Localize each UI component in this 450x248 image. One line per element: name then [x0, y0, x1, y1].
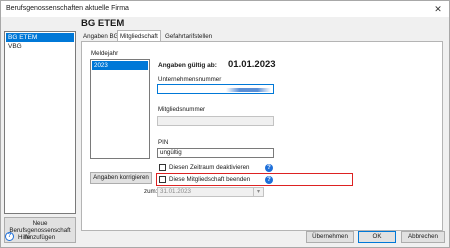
end-membership-help-icon[interactable]: ?	[265, 176, 273, 184]
valid-from-value: 01.01.2023	[228, 59, 276, 70]
page-title: BG ETEM	[81, 18, 125, 29]
bg-list-item-bg-etem[interactable]: BG ETEM	[6, 33, 74, 42]
pin-label: PIN	[158, 139, 169, 146]
pin-value: ungültig	[160, 149, 182, 156]
title-bar: Berufsgenossenschaften aktuelle Firma ✕	[1, 1, 449, 17]
redacted-value-bar	[226, 88, 271, 92]
add-bg-button-line1: Neue	[32, 220, 48, 227]
tab-mitgliedschaft[interactable]: Mitgliedschaft	[117, 30, 161, 41]
correct-data-button[interactable]: Angaben korrigieren	[90, 172, 152, 184]
member-number-label: Mitgliedsnummer	[158, 106, 206, 113]
add-bg-button[interactable]: Neue Berufsgenossenschaft hinzufügen	[4, 217, 76, 243]
year-list-label: Meldejahr	[91, 50, 119, 57]
tab-angaben-bg[interactable]: Angaben BG	[81, 32, 120, 41]
calendar-dropdown-icon[interactable]: ▾	[253, 188, 263, 196]
deactivate-period-label: Diesen Zeitraum deaktivieren	[169, 164, 250, 171]
cancel-button[interactable]: Abbrechen	[401, 231, 445, 243]
end-date-field[interactable]: 31.01.2023 ▾	[157, 187, 264, 197]
membership-panel: Meldejahr 2023 Angaben korrigieren Angab…	[81, 41, 443, 231]
close-icon[interactable]: ✕	[431, 3, 445, 15]
apply-button[interactable]: Übernehmen	[306, 231, 354, 243]
add-bg-button-line2: Berufsgenossenschaft	[9, 227, 71, 234]
end-membership-label: Diese Mitgliedschaft beenden	[169, 176, 251, 183]
company-number-label: Unternehmensnummer	[158, 76, 222, 83]
end-date-label: zum:	[144, 188, 158, 195]
dialog-window: Berufsgenossenschaften aktuelle Firma ✕ …	[0, 0, 450, 248]
help-icon[interactable]: ?	[5, 232, 14, 241]
bg-list-item-vbg[interactable]: VBG	[6, 42, 74, 51]
year-list[interactable]: 2023	[90, 59, 150, 159]
year-list-item[interactable]: 2023	[92, 61, 148, 70]
member-number-field[interactable]	[157, 116, 274, 126]
deactivate-period-checkbox[interactable]	[159, 164, 166, 171]
window-title: Berufsgenossenschaften aktuelle Firma	[6, 5, 129, 12]
deactivate-help-icon[interactable]: ?	[265, 164, 273, 172]
bg-list[interactable]: BG ETEM VBG	[4, 31, 76, 214]
dialog-client-area: BG ETEM VBG Neue Berufsgenossenschaft hi…	[1, 17, 449, 247]
ok-button[interactable]: OK	[358, 231, 396, 243]
company-number-field[interactable]	[157, 84, 274, 94]
help-link[interactable]: Hilfe	[18, 234, 30, 241]
end-membership-checkbox[interactable]	[159, 176, 166, 183]
end-date-value: 31.01.2023	[160, 188, 191, 195]
add-bg-button-line3: hinzufügen	[24, 234, 56, 241]
valid-from-label: Angaben gültig ab:	[158, 62, 217, 69]
tab-gefahrtarifstellen[interactable]: Gefahrtarifstellen	[163, 32, 214, 41]
pin-field[interactable]: ungültig	[157, 148, 274, 158]
